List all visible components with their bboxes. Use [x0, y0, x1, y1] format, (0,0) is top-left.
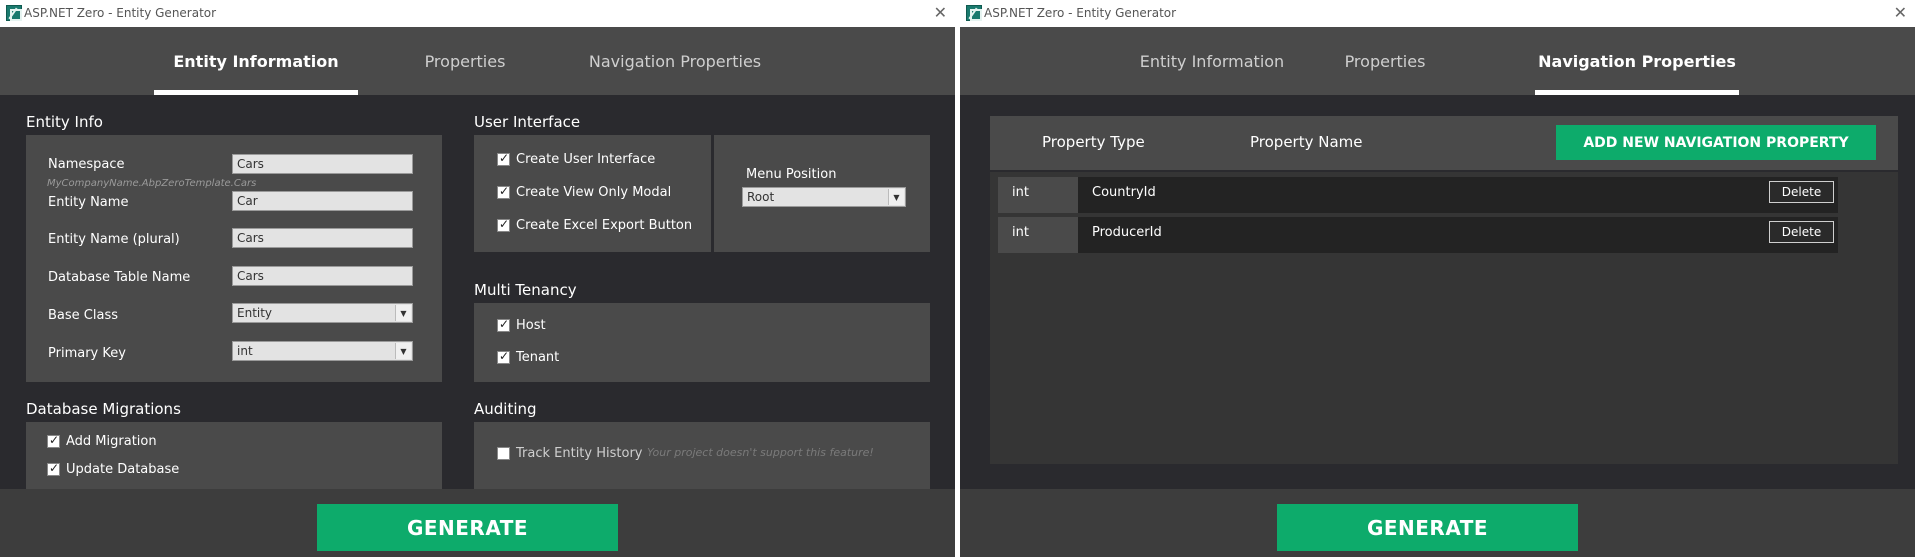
generate-button[interactable]: GENERATE — [317, 504, 618, 551]
db-migrations-title: Database Migrations — [26, 400, 181, 418]
title-bar: ASP.NET Zero - Entity Generator ✕ — [960, 0, 1915, 27]
tab-properties[interactable]: Properties — [1320, 27, 1450, 95]
checkbox-checked-icon — [47, 433, 60, 448]
multi-tenancy-title: Multi Tenancy — [474, 281, 577, 299]
user-interface-title: User Interface — [474, 113, 581, 131]
table-name-field[interactable]: Cars — [232, 266, 413, 286]
list-item: int ProducerId Delete — [998, 217, 1838, 253]
tab-bar: Entity Information Properties Navigation… — [960, 27, 1915, 95]
property-name-cell: ProducerId Delete — [1078, 217, 1838, 253]
namespace-field[interactable]: Cars — [232, 154, 413, 174]
entity-name-label: Entity Name — [48, 195, 129, 210]
user-interface-panel: Create User Interface Create View Only M… — [474, 135, 711, 252]
property-name-cell: CountryId Delete — [1078, 177, 1838, 213]
excel-export-label: Create Excel Export Button — [516, 218, 693, 233]
title-bar: ASP.NET Zero - Entity Generator ✕ — [0, 0, 955, 27]
add-migration-checkbox[interactable]: Add Migration — [47, 433, 157, 449]
navigation-header: Property Type Property Name ADD NEW NAVI… — [990, 116, 1898, 170]
host-label: Host — [516, 318, 546, 333]
property-type-cell: int — [998, 217, 1078, 253]
namespace-hint: MyCompanyName.AbpZeroTemplate.Cars — [47, 178, 257, 189]
track-history-label: Track Entity History — [516, 446, 643, 461]
entity-plural-label: Entity Name (plural) — [48, 232, 180, 247]
property-name-text: ProducerId — [1092, 225, 1162, 240]
view-only-modal-label: Create View Only Modal — [516, 185, 672, 200]
tenant-label: Tenant — [516, 350, 560, 365]
base-class-select[interactable]: Entity ▼ — [232, 303, 413, 323]
checkbox-checked-icon — [47, 461, 60, 476]
tenant-checkbox[interactable]: Tenant — [497, 349, 560, 365]
checkbox-checked-icon — [497, 317, 510, 332]
footer: GENERATE — [960, 489, 1915, 557]
delete-button[interactable]: Delete — [1769, 221, 1834, 243]
add-migration-label: Add Migration — [66, 434, 157, 449]
app-icon — [6, 5, 22, 21]
tab-entity-information[interactable]: Entity Information — [154, 27, 358, 95]
checkbox-checked-icon — [497, 217, 510, 232]
menu-position-value: Root — [747, 190, 775, 204]
auditing-title: Auditing — [474, 400, 537, 418]
checkbox-checked-icon — [497, 151, 510, 166]
generate-button[interactable]: GENERATE — [1277, 504, 1578, 551]
namespace-label: Namespace — [48, 157, 125, 172]
col-property-name: Property Name — [1250, 133, 1363, 151]
list-item: int CountryId Delete — [998, 177, 1838, 213]
entity-info-panel: Namespace Cars MyCompanyName.AbpZeroTemp… — [26, 135, 442, 382]
entity-generator-window-left: ASP.NET Zero - Entity Generator ✕ Entity… — [0, 0, 955, 557]
window-title: ASP.NET Zero - Entity Generator — [24, 6, 217, 20]
window-title: ASP.NET Zero - Entity Generator — [984, 6, 1177, 20]
chevron-down-icon: ▼ — [888, 189, 904, 205]
entity-generator-window-right: ASP.NET Zero - Entity Generator ✕ Entity… — [960, 0, 1915, 557]
navigation-properties-content: Property Type Property Name ADD NEW NAVI… — [960, 95, 1915, 489]
property-type-cell: int — [998, 177, 1078, 213]
primary-key-label: Primary Key — [48, 346, 126, 361]
primary-key-select[interactable]: int ▼ — [232, 341, 413, 361]
delete-button[interactable]: Delete — [1769, 181, 1834, 203]
tab-properties[interactable]: Properties — [400, 27, 530, 95]
host-checkbox[interactable]: Host — [497, 317, 546, 333]
add-navigation-property-button[interactable]: ADD NEW NAVIGATION PROPERTY — [1556, 125, 1876, 160]
app-icon — [966, 5, 982, 21]
checkbox-checked-icon — [497, 349, 510, 364]
entity-information-content: Entity Info Namespace Cars MyCompanyName… — [0, 95, 955, 489]
create-ui-checkbox[interactable]: Create User Interface — [497, 151, 656, 167]
col-property-type: Property Type — [1042, 133, 1145, 151]
checkbox-unchecked-icon — [497, 447, 510, 460]
unsupported-note: Your project doesn't support this featur… — [647, 446, 874, 459]
entity-name-field[interactable]: Car — [232, 191, 413, 211]
table-name-label: Database Table Name — [48, 270, 191, 285]
close-icon[interactable]: ✕ — [1894, 3, 1907, 22]
track-history-checkbox[interactable]: Track Entity History — [497, 446, 642, 461]
tab-navigation-properties[interactable]: Navigation Properties — [1535, 27, 1739, 95]
chevron-down-icon: ▼ — [395, 305, 411, 321]
menu-position-label: Menu Position — [746, 167, 837, 182]
excel-export-checkbox[interactable]: Create Excel Export Button — [497, 217, 693, 233]
create-ui-label: Create User Interface — [516, 152, 656, 167]
db-migrations-panel: Add Migration Update Database — [26, 422, 442, 489]
tab-bar: Entity Information Properties Navigation… — [0, 27, 955, 95]
chevron-down-icon: ▼ — [395, 343, 411, 359]
tab-navigation-properties[interactable]: Navigation Properties — [580, 27, 770, 95]
checkbox-checked-icon — [497, 184, 510, 199]
primary-key-value: int — [237, 344, 253, 358]
auditing-panel: Track Entity History Your project doesn'… — [474, 422, 930, 489]
close-icon[interactable]: ✕ — [934, 3, 947, 22]
navigation-property-list: int CountryId Delete int ProducerId Dele… — [990, 172, 1898, 464]
footer: GENERATE — [0, 489, 955, 557]
update-database-checkbox[interactable]: Update Database — [47, 461, 180, 477]
menu-position-panel: Menu Position Root ▼ — [714, 135, 930, 252]
view-only-modal-checkbox[interactable]: Create View Only Modal — [497, 184, 672, 200]
tab-entity-information[interactable]: Entity Information — [1110, 27, 1314, 95]
update-database-label: Update Database — [66, 462, 180, 477]
base-class-value: Entity — [237, 306, 273, 320]
property-name-text: CountryId — [1092, 185, 1156, 200]
entity-info-title: Entity Info — [26, 113, 103, 131]
base-class-label: Base Class — [48, 308, 118, 323]
entity-plural-field[interactable]: Cars — [232, 228, 413, 248]
multi-tenancy-panel: Host Tenant — [474, 303, 930, 382]
menu-position-select[interactable]: Root ▼ — [742, 187, 906, 207]
